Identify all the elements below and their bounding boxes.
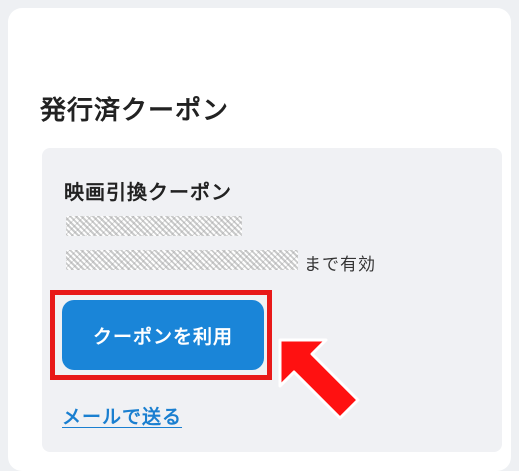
coupon-title: 映画引換クーポン [64, 180, 232, 204]
redacted-expiry-date [66, 250, 298, 270]
section-title: 発行済クーポン [40, 96, 230, 126]
use-coupon-button[interactable]: クーポンを利用 [62, 300, 264, 370]
red-arrow-icon [278, 338, 360, 420]
coupon-panel: 発行済クーポン 映画引換クーポン まで有効 クーポンを利用 メールで送る [8, 8, 511, 471]
redacted-coupon-code [66, 216, 242, 236]
send-by-email-link[interactable]: メールで送る [62, 402, 182, 429]
expiry-suffix: まで有効 [304, 255, 376, 275]
